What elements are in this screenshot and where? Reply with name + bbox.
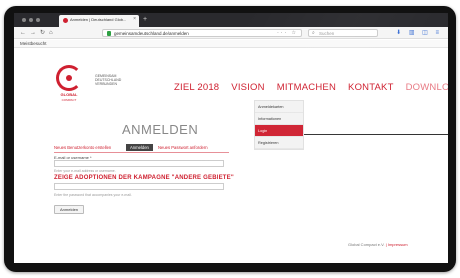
back-icon[interactable]: ← <box>20 29 26 37</box>
url-text: gemeinsamdeutschland.de/anmelden <box>114 31 189 36</box>
login-button[interactable]: Anmelden <box>54 205 85 214</box>
tab-title: Anmelden | Deutschland Glob... <box>70 17 127 22</box>
site-tagline: GEMEINSAM DEUTSCHLAND VERBUNDEN <box>95 74 122 86</box>
tab-reset-password[interactable]: Neues Passwort anfordern <box>158 145 208 150</box>
footer-separator: | <box>385 242 387 247</box>
account-tabs: Neues Benutzerkonto erstellen Anmelden N… <box>54 144 229 153</box>
browser-tab[interactable]: Anmelden | Deutschland Glob... × <box>59 15 139 27</box>
nav-item-vision[interactable]: VISION <box>231 82 264 94</box>
reload-icon[interactable]: ↻ <box>40 29 45 37</box>
search-placeholder: Suchen <box>319 31 335 36</box>
footer-org: Global Compact e.V. <box>348 242 385 247</box>
site-logo[interactable]: GLOBAL COMPACT <box>54 65 84 105</box>
search-icon: ⌕ <box>312 30 315 36</box>
tab-bar: Anmelden | Deutschland Glob... × + <box>14 13 448 27</box>
tabs-divider <box>54 152 229 153</box>
dropdown-item[interactable]: Anmeldekarten <box>255 101 303 113</box>
favicon-icon <box>63 18 68 23</box>
callout-line <box>304 134 448 135</box>
maximize-window-icon[interactable] <box>36 18 40 22</box>
bookmark-item[interactable]: Meistbesucht <box>20 41 47 46</box>
browser-toolbar: ← → ↻ ⌂ gemeinsamdeutschland.de/anmelden… <box>14 27 448 39</box>
mitmachen-dropdown: Anmeldekarten Informationen Login Regist… <box>254 100 304 150</box>
web-page: GLOBAL COMPACT GEMEINSAM DEUTSCHLAND VER… <box>14 48 448 263</box>
lock-icon <box>107 31 111 36</box>
home-icon[interactable]: ⌂ <box>49 29 53 37</box>
logo-subtitle: COMPACT <box>61 98 77 102</box>
nav-item-mitmachen[interactable]: MITMACHEN <box>277 82 336 94</box>
dropdown-item-active[interactable]: Login <box>255 125 303 137</box>
forward-icon[interactable]: → <box>30 29 36 37</box>
tablet-frame: Anmelden | Deutschland Glob... × + ← → ↻… <box>4 6 456 272</box>
password-field[interactable] <box>54 183 224 190</box>
tab-login[interactable]: Anmelden <box>126 144 153 151</box>
logo-title: GLOBAL <box>60 92 78 97</box>
close-window-icon[interactable] <box>22 18 26 22</box>
tab-close-icon[interactable]: × <box>133 16 136 22</box>
dropdown-item[interactable]: Informationen <box>255 113 303 125</box>
footer-imprint-link[interactable]: Impressum <box>388 242 408 247</box>
main-nav: ZIEL 2018 VISION MITMACHEN KONTAKT DOWNL… <box>174 82 448 94</box>
toolbar-icons[interactable]: ⬇ ▥ ◫ ≡ <box>396 29 442 37</box>
page-actions-icon[interactable]: ··· ☆ <box>277 30 298 36</box>
campaign-banner[interactable]: ZEIGE ADOPTIONEN DER KAMPAGNE "ANDERE GE… <box>54 175 234 181</box>
nav-item-ziel[interactable]: ZIEL 2018 <box>174 82 219 94</box>
window-controls <box>22 18 40 22</box>
new-tab-icon[interactable]: + <box>143 15 147 25</box>
browser-window: Anmelden | Deutschland Glob... × + ← → ↻… <box>14 13 448 263</box>
username-help: Enter your e-mail address or username. <box>54 169 116 173</box>
logo-icon <box>56 65 82 91</box>
nav-item-downloads[interactable]: DOWNLOADS <box>406 82 448 94</box>
minimize-window-icon[interactable] <box>29 18 33 22</box>
bookmarks-bar: Meistbesucht <box>14 40 448 48</box>
address-bar[interactable]: gemeinsamdeutschland.de/anmelden ··· ☆ <box>102 29 302 37</box>
nav-item-kontakt[interactable]: KONTAKT <box>348 82 394 94</box>
tab-register[interactable]: Neues Benutzerkonto erstellen <box>54 145 111 150</box>
search-bar[interactable]: ⌕ Suchen <box>308 29 378 37</box>
footer: Global Compact e.V. | Impressum <box>348 242 408 247</box>
username-field[interactable] <box>54 160 224 167</box>
page-title: ANMELDEN <box>122 122 199 137</box>
password-help: Enter the password that accompanies your… <box>54 193 132 197</box>
dropdown-item[interactable]: Registrieren <box>255 137 303 149</box>
